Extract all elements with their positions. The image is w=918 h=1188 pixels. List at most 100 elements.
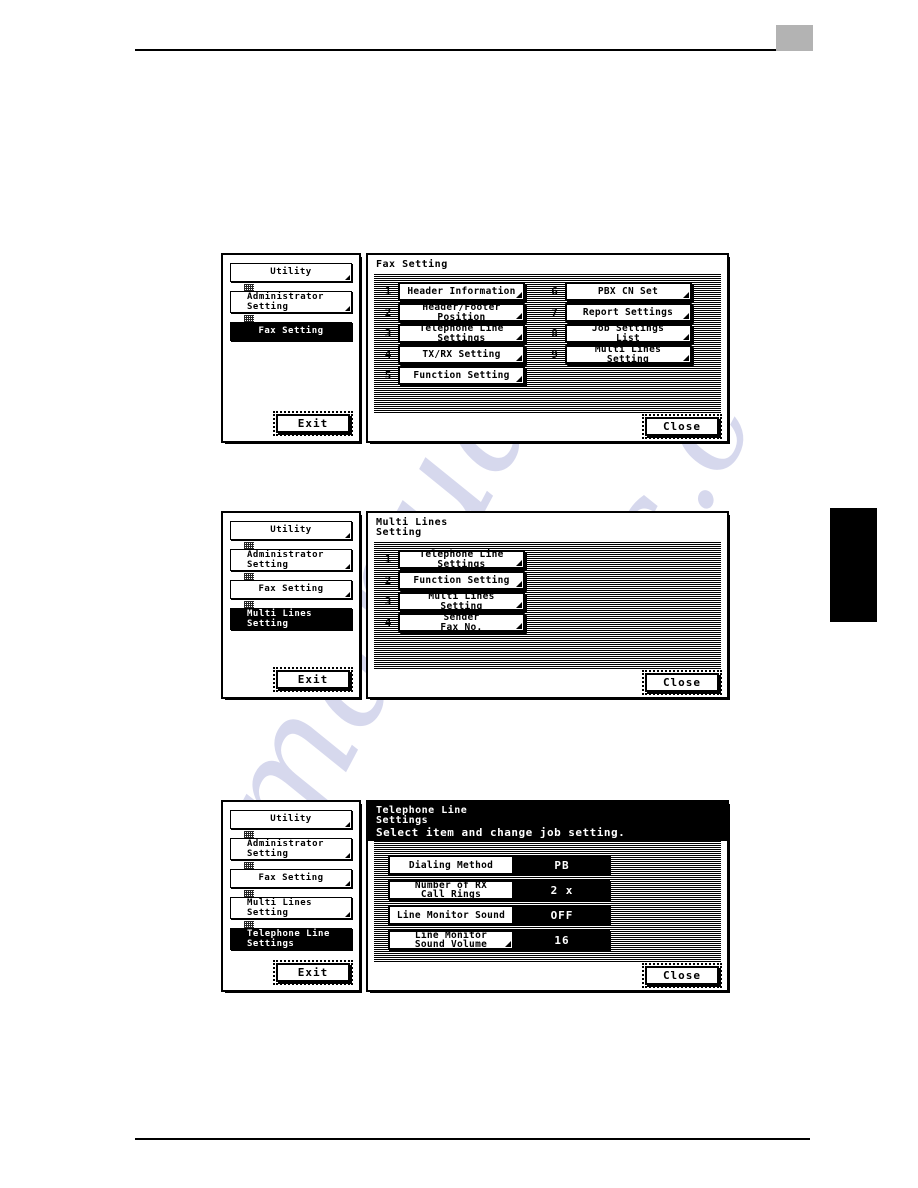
setting-label-line-monitor-sound-volume[interactable]: Line Monitor Sound Volume <box>388 930 514 950</box>
setting-label-dialing-method[interactable]: Dialing Method <box>388 855 514 875</box>
menu-button-label-line-2: Fax No. <box>440 621 483 633</box>
menu-button-label-line-1: Header Information <box>407 286 516 297</box>
corner-fold-icon <box>345 881 350 886</box>
page-header-accent-box <box>776 25 813 51</box>
sidebar-item-label-line-2: Setting <box>247 560 289 570</box>
settings-row: Number of RX Call Rings 2 x <box>388 880 610 900</box>
menu-button-function-setting[interactable]: Function Setting <box>398 571 525 590</box>
panel-content-area: Dialing Method PB Number of RX Call Rings 2 … <box>374 841 721 962</box>
menu-button-telephone-line-settings[interactable]: Telephone Line Settings <box>398 548 525 570</box>
setting-value[interactable]: OFF <box>514 905 610 925</box>
setting-value[interactable]: 2 x <box>514 880 610 900</box>
sidebar-connector-dots <box>244 601 254 608</box>
menu-button-label-line-2: List <box>615 332 641 344</box>
corner-fold-icon <box>345 564 350 569</box>
setting-label-text-line-1: Dialing Method <box>408 859 494 871</box>
sidebar-item-administrator-setting[interactable]: Administrator Setting <box>230 549 352 571</box>
close-button[interactable]: Close <box>642 670 722 695</box>
menu-button-tx-rx-setting[interactable]: TX/RX Setting <box>398 345 525 364</box>
menu-button-telephone-line-settings[interactable]: Telephone Line Settings <box>398 322 525 343</box>
corner-fold-icon <box>682 334 689 340</box>
panel-content-area: 1 Telephone Line Settings 2 Function Setting… <box>374 542 721 669</box>
sidebar-item-administrator-setting[interactable]: Administrator Setting <box>230 291 352 313</box>
menu-button-label-line-1: Function Setting <box>413 370 510 381</box>
sidebar-item-utility[interactable]: Utility <box>230 521 352 540</box>
main-panel-fax-setting: Fax Setting 1 Header Information 6 PBX CN Se… <box>366 253 730 444</box>
menu-button-sender-fax-no[interactable]: Sender Fax No. <box>398 612 525 633</box>
setting-value[interactable]: PB <box>514 855 610 875</box>
close-button[interactable]: Close <box>642 414 722 439</box>
menu-button-label-line-1: Job Settings <box>591 322 665 334</box>
panel-title-text: Telephone Line Settings <box>376 805 468 826</box>
sidebar-item-label-line-2: Settings <box>247 939 295 949</box>
main-footer: Close <box>368 962 727 990</box>
exit-button-wrap: Exit <box>230 960 353 985</box>
panel-content-inner: 1 Telephone Line Settings 2 Function Setting… <box>374 542 721 669</box>
main-panel-multi-lines-setting: Multi Lines Setting 1 Telephone Line Settin… <box>366 511 730 700</box>
sidebar-item-label-line-2: Setting <box>247 619 289 629</box>
menu-item: 2 Function Setting <box>384 571 713 590</box>
lcd-screenshot-telephone-line-settings: Utility Administrator Setting Fax Setting Mu… <box>221 800 730 993</box>
menu-button-label-line-2: Position <box>437 311 486 323</box>
sidebar-item-telephone-line-settings[interactable]: Telephone Line Settings <box>230 928 352 950</box>
setting-label-line-monitor-sound[interactable]: Line Monitor Sound <box>388 905 514 925</box>
menu-button-header-footer-position[interactable]: Header/Footer Position <box>398 301 525 323</box>
exit-button-wrap: Exit <box>230 411 353 436</box>
menu-button-job-settings-list[interactable]: Job Settings List <box>564 322 692 344</box>
menu-button-label-line-1: Telephone Line <box>419 322 504 334</box>
menu-button-header-information[interactable]: Header Information <box>398 282 525 301</box>
sidebar-item-label-line-2: Setting <box>247 908 289 918</box>
menu-item-number: 5 <box>384 369 392 382</box>
sidebar-item-label-line-2: Setting <box>247 302 289 312</box>
sidebar-item-utility[interactable]: Utility <box>230 263 352 282</box>
exit-button[interactable]: Exit <box>273 960 353 985</box>
corner-fold-icon <box>682 313 689 319</box>
corner-fold-icon <box>345 275 350 280</box>
sidebar-item-label-line-1: Telephone Line <box>247 929 330 939</box>
menu-item: 8 Job Settings List <box>551 322 714 344</box>
menu-button-pbx-cn-set[interactable]: PBX CN Set <box>564 282 692 301</box>
menu-button-multi-lines-setting[interactable]: Multi Lines Setting <box>564 344 692 365</box>
setting-label-number-of-rx-call-rings[interactable]: Number of RX Call Rings <box>388 880 514 900</box>
menu-button-label-line-1: Header/Footer <box>422 301 501 313</box>
corner-fold-icon <box>516 334 522 340</box>
menu-button-multi-lines-setting[interactable]: Multi Lines Setting <box>398 591 525 611</box>
sidebar-item-label-line-1: Utility <box>270 267 312 277</box>
corner-fold-icon <box>682 355 689 361</box>
sidebar-item-fax-setting[interactable]: Fax Setting <box>230 869 352 888</box>
menu-button-report-settings[interactable]: Report Settings <box>564 303 692 322</box>
menu-button-function-setting[interactable]: Function Setting <box>398 366 525 385</box>
menu-grid: 1 Telephone Line Settings 2 Function Setting… <box>374 548 721 632</box>
sidebar-item-administrator-setting[interactable]: Administrator Setting <box>230 838 352 860</box>
main-footer: Close <box>368 413 727 441</box>
setting-label-text-line-1: Line Monitor Sound <box>396 909 506 921</box>
close-button[interactable]: Close <box>642 963 722 988</box>
corner-fold-icon <box>516 313 522 319</box>
menu-button-label-line-1: PBX CN Set <box>597 286 659 297</box>
sidebar-item-utility[interactable]: Utility <box>230 810 352 829</box>
corner-fold-icon <box>345 533 350 538</box>
menu-item: 2 Header/Footer Position <box>384 301 547 323</box>
menu-button-label-line-2: Setting <box>606 353 650 365</box>
sidebar-connector-dots <box>244 542 254 549</box>
sidebar-multi-lines-setting: Utility Administrator Setting Fax Setting Mu… <box>221 511 362 700</box>
exit-button[interactable]: Exit <box>273 411 353 436</box>
corner-fold-icon <box>516 376 522 382</box>
setting-value[interactable]: 16 <box>514 930 610 950</box>
corner-fold-icon <box>682 292 689 298</box>
menu-button-label-line-2: Settings <box>437 558 486 570</box>
corner-fold-icon <box>345 822 350 827</box>
exit-button-wrap: Exit <box>230 667 353 692</box>
menu-item-number: 2 <box>384 306 392 319</box>
corner-fold-icon <box>516 560 522 566</box>
exit-button[interactable]: Exit <box>273 667 353 692</box>
sidebar-item-multi-lines-setting[interactable]: Multi Lines Setting <box>230 608 352 630</box>
corner-fold-icon <box>345 592 350 597</box>
corner-fold-icon <box>345 306 350 311</box>
sidebar-item-fax-setting[interactable]: Fax Setting <box>230 322 352 341</box>
sidebar-item-multi-lines-setting[interactable]: Multi Lines Setting <box>230 897 352 919</box>
sidebar-item-fax-setting[interactable]: Fax Setting <box>230 580 352 599</box>
menu-button-label-line-1: Telephone Line <box>419 548 504 560</box>
menu-item: 9 Multi Lines Setting <box>551 344 714 365</box>
